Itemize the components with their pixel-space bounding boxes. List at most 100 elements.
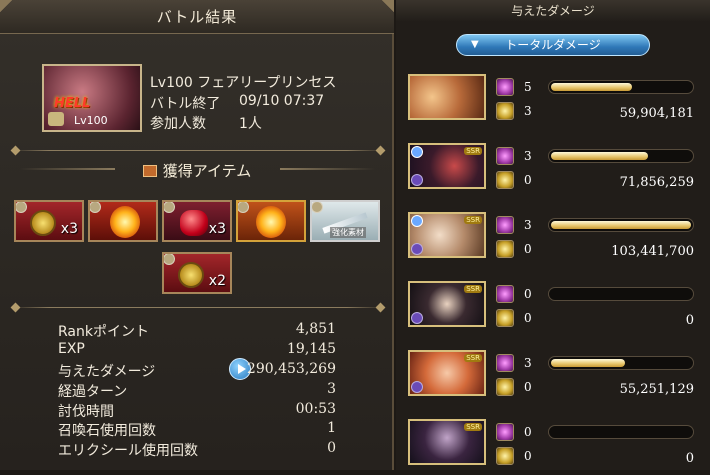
ability-icon <box>496 171 514 189</box>
damage-bar-fill <box>551 359 626 367</box>
stat-value: 290,453,269 <box>246 361 336 377</box>
total-damage-dropdown[interactable]: ▼ トータルダメージ <box>456 34 650 56</box>
ornament <box>280 168 375 170</box>
stat-label: Rankポイント <box>58 324 149 340</box>
item-tag-icon <box>164 202 175 213</box>
charge-attack-icon <box>496 78 514 96</box>
chest-icon <box>142 165 157 177</box>
items-title-text: 獲得アイテム <box>162 162 252 180</box>
damage-bar <box>548 287 694 301</box>
item-slot[interactable]: 強化素材 <box>310 200 380 242</box>
ring-icon <box>411 312 423 324</box>
ability-icon <box>496 102 514 120</box>
stat-label: EXP <box>58 341 85 357</box>
gold-medal-icon <box>178 262 204 288</box>
charge-attack-icon <box>496 147 514 165</box>
item-count: x2 <box>208 273 226 289</box>
damage-panel: 与えたダメージ ▼ トータルダメージ 5 3 59,904,181 SSR 3 … <box>396 0 710 470</box>
charge-attack-count: 3 <box>524 356 532 370</box>
difficulty-badge: HELL <box>54 96 91 111</box>
coin-icon <box>48 112 64 126</box>
item-tag-icon <box>312 202 323 213</box>
stat-value: 3 <box>327 381 336 397</box>
element-icon <box>411 146 423 158</box>
character-row[interactable]: 5 3 59,904,181 <box>408 72 704 130</box>
character-portrait: SSR <box>408 419 486 465</box>
quest-name: Lv100 フェアリープリンセス <box>150 75 337 91</box>
stat-value: 1 <box>327 420 336 436</box>
rarity-badge: SSR <box>464 216 482 224</box>
stat-label: 討伐時間 <box>58 404 114 420</box>
charge-attack-count: 3 <box>524 149 532 163</box>
quest-level: Lv100 <box>74 114 108 127</box>
flame-orb-icon <box>256 206 286 238</box>
damage-bar <box>548 425 694 439</box>
ability-count: 0 <box>524 449 532 463</box>
damage-bar-fill <box>551 221 691 229</box>
character-portrait <box>408 74 486 120</box>
item-count: x3 <box>208 221 226 237</box>
ability-icon <box>496 447 514 465</box>
character-portrait: SSR <box>408 281 486 327</box>
character-row[interactable]: SSR 0 0 0 <box>408 417 704 475</box>
damage-bar <box>548 356 694 370</box>
damage-bar <box>548 218 694 232</box>
item-label: 強化素材 <box>330 227 366 238</box>
damage-value: 0 <box>685 451 694 466</box>
character-portrait: SSR <box>408 212 486 258</box>
ring-icon <box>411 174 423 186</box>
item-slot[interactable]: x3 <box>162 200 232 242</box>
stat-value: 00:53 <box>295 401 336 417</box>
participants-label: 参加人数 <box>150 116 206 132</box>
items-title: 獲得アイテム <box>0 160 394 181</box>
charge-attack-icon <box>496 423 514 441</box>
divider <box>12 150 384 151</box>
stat-label: 召喚石使用回数 <box>58 423 156 439</box>
charge-attack-count: 0 <box>524 287 532 301</box>
character-portrait: SSR <box>408 350 486 396</box>
stat-value: 19,145 <box>287 341 336 357</box>
rarity-badge: SSR <box>464 423 482 431</box>
item-tag-icon <box>16 202 27 213</box>
fire-orb-icon <box>110 206 140 238</box>
damage-value: 0 <box>685 313 694 328</box>
damage-panel-title: 与えたダメージ <box>396 0 710 22</box>
character-row[interactable]: SSR 0 0 0 <box>408 279 704 337</box>
rarity-badge: SSR <box>464 285 482 293</box>
participants-row: 参加人数 1人 <box>150 113 262 133</box>
character-row[interactable]: SSR 3 0 71,856,259 <box>408 141 704 199</box>
item-slot[interactable] <box>88 200 158 242</box>
damage-value: 71,856,259 <box>619 175 694 190</box>
charge-attack-icon <box>496 285 514 303</box>
battle-end-label: バトル終了 <box>150 96 221 112</box>
damage-value: 103,441,700 <box>611 244 694 259</box>
damage-bar-fill <box>551 152 648 160</box>
ring-icon <box>411 243 423 255</box>
stat-value: 0 <box>327 440 336 456</box>
battle-end-row: バトル終了 09/10 07:37 <box>150 93 324 113</box>
chevron-down-icon: ▼ <box>471 39 479 50</box>
character-row[interactable]: SSR 3 0 103,441,700 <box>408 210 704 268</box>
charge-attack-count: 3 <box>524 218 532 232</box>
stat-label: 与えたダメージ <box>58 364 156 380</box>
item-count: x3 <box>60 221 78 237</box>
item-slot[interactable]: x2 <box>162 252 232 294</box>
damage-bar <box>548 80 694 94</box>
character-portrait: SSR <box>408 143 486 189</box>
ability-count: 0 <box>524 380 532 394</box>
battle-end-value: 09/10 07:37 <box>239 93 325 109</box>
rarity-badge: SSR <box>464 354 482 362</box>
ability-count: 0 <box>524 311 532 325</box>
character-row[interactable]: SSR 3 0 55,251,129 <box>408 348 704 406</box>
red-gem-icon <box>180 210 208 236</box>
item-tag-icon <box>164 254 175 265</box>
total-damage-label: トータルダメージ <box>505 38 601 52</box>
charge-attack-count: 0 <box>524 425 532 439</box>
stat-value: 4,851 <box>295 321 336 337</box>
item-slot[interactable] <box>236 200 306 242</box>
item-slot[interactable]: x3 <box>14 200 84 242</box>
charge-attack-icon <box>496 354 514 372</box>
item-tag-icon <box>238 202 249 213</box>
damage-bar-fill <box>551 83 633 91</box>
ring-icon <box>411 381 423 393</box>
